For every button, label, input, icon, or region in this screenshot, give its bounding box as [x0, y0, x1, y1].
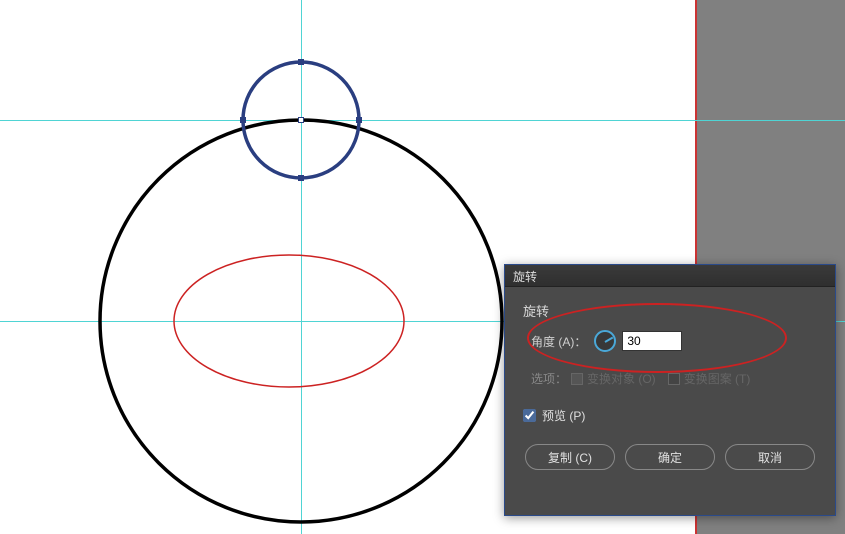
center-point[interactable]: [298, 117, 304, 123]
dialog-body: 旋转 角度 (A)： 选项： 变换对象 (O) 变换图案 (T) 预览 (P) …: [505, 287, 835, 484]
anchor-point[interactable]: [356, 117, 362, 123]
anchor-point[interactable]: [298, 175, 304, 181]
guide-horizontal-1[interactable]: [0, 120, 845, 121]
anchor-point[interactable]: [298, 59, 304, 65]
rotate-dialog: 旋转 旋转 角度 (A)： 选项： 变换对象 (O) 变换图案 (T) 预览 (…: [504, 264, 836, 516]
options-row: 选项： 变换对象 (O) 变换图案 (T): [531, 370, 817, 387]
options-label: 选项：: [531, 370, 567, 387]
preview-label: 预览 (P): [542, 407, 585, 424]
transform-patterns-checkbox: [668, 373, 680, 385]
rotate-section-label: 旋转: [523, 301, 817, 320]
preview-checkbox[interactable]: [523, 409, 536, 422]
copy-button[interactable]: 复制 (C): [525, 444, 615, 470]
guide-vertical[interactable]: [301, 0, 302, 534]
angle-label: 角度 (A)：: [531, 333, 586, 350]
ok-button[interactable]: 确定: [625, 444, 715, 470]
transform-patterns-label: 变换图案 (T): [684, 370, 751, 387]
anchor-point[interactable]: [240, 117, 246, 123]
transform-objects-checkbox: [571, 373, 583, 385]
angle-input[interactable]: [622, 331, 682, 351]
dialog-title[interactable]: 旋转: [505, 265, 835, 287]
cancel-button[interactable]: 取消: [725, 444, 815, 470]
transform-objects-label: 变换对象 (O): [587, 370, 656, 387]
angle-dial-icon[interactable]: [594, 330, 616, 352]
